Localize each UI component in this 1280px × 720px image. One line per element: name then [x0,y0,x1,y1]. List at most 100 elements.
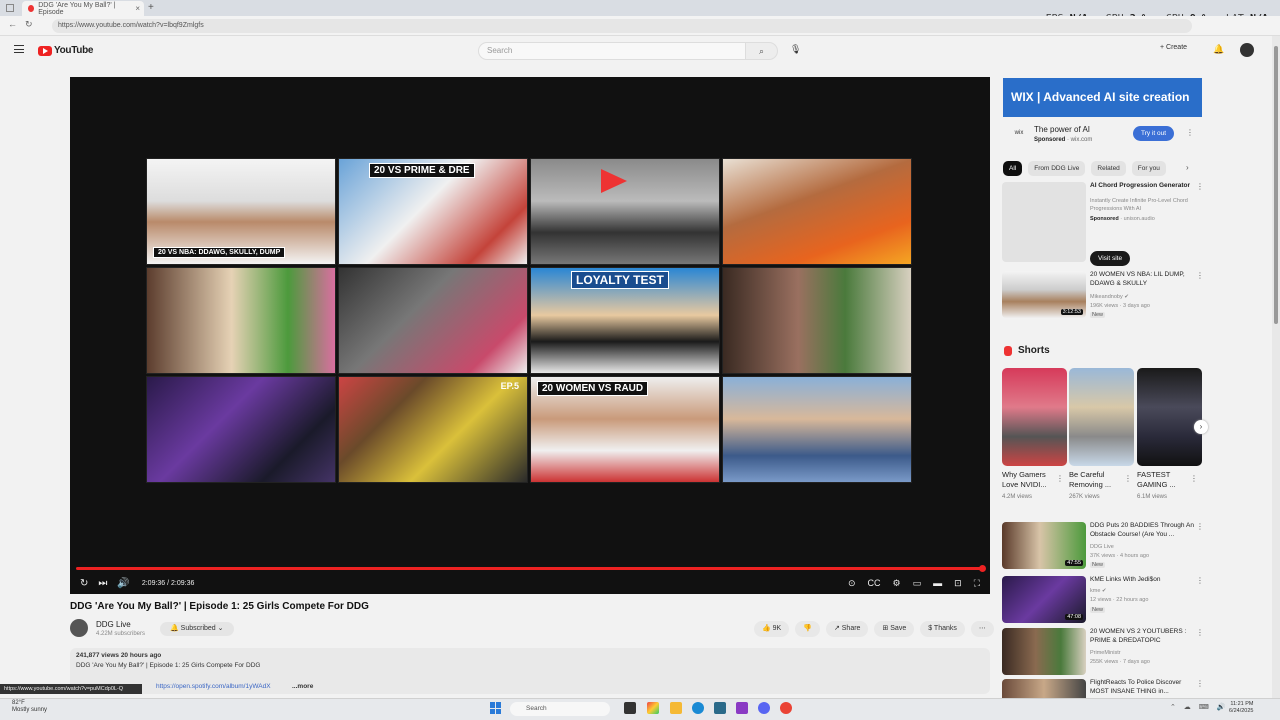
end-thumb-5[interactable] [146,267,336,374]
end-thumb-1[interactable]: 20 VS NBA: DDAWG, SKULLY, DUMP [146,158,336,265]
recommended-thumbnail[interactable]: 47:55 [1002,522,1086,569]
back-arrow-icon[interactable]: ← [8,19,17,29]
recommended-thumbnail[interactable]: 47:08 [1002,576,1086,623]
recommended-menu-icon[interactable]: ⋮ [1196,679,1202,688]
end-thumb-8[interactable] [722,267,912,374]
try-it-out-button[interactable]: Try it out [1133,126,1175,141]
end-thumb-4[interactable] [722,158,912,265]
recommended-menu-icon[interactable]: ⋮ [1196,628,1204,637]
edge-browser-icon[interactable] [692,702,704,714]
menu-icon[interactable] [14,45,24,53]
promo-item[interactable]: AI Chord Progression Generator Instantly… [1002,182,1204,262]
recommended-thumbnail[interactable]: 3:12:53 [1002,271,1086,318]
cast-icon[interactable]: ⊡ [954,578,962,589]
next-icon[interactable]: ⏭ [98,578,107,589]
recommended-title[interactable]: KME Links With Jedi$on [1090,576,1194,585]
volume-icon[interactable]: 🔊 [117,578,129,589]
recommended-title[interactable]: 20 WOMEN VS NBA: LIL DUMP, DDAWG & SKULL… [1090,271,1194,288]
promo-title[interactable]: AI Chord Progression Generator [1090,182,1194,191]
short-title[interactable]: Be Careful Removing ... [1069,470,1129,490]
chip-related[interactable]: Related [1091,161,1126,176]
ad-tagline[interactable]: The power of AI [1034,125,1090,134]
captions-icon[interactable]: CC [868,578,881,589]
chip-for-you[interactable]: For you [1131,161,1166,176]
chip-from-ddg-live[interactable]: From DDG Live [1028,161,1086,176]
description-link[interactable]: https://open.spotify.com/album/1yWAdX [156,683,271,690]
video-progress-bar[interactable] [76,565,986,572]
account-avatar[interactable] [1240,43,1254,57]
reload-icon[interactable]: ↻ [25,19,33,30]
recommended-menu-icon[interactable]: ⋮ [1196,576,1204,585]
thanks-button[interactable]: $ Thanks [920,621,965,637]
end-thumb-12[interactable] [722,376,912,483]
youtube-logo-text[interactable]: YouTube [54,45,94,56]
recommended-thumbnail[interactable] [1002,679,1086,698]
replay-icon[interactable]: ↻ [80,578,88,589]
like-button[interactable]: 👍 9K [754,621,790,637]
more-actions-icon[interactable]: ⋯ [970,621,994,637]
short-thumbnail-2[interactable] [1069,368,1134,466]
short-menu-icon[interactable]: ⋮ [1056,474,1064,483]
bell-icon[interactable]: 🔔 [1213,44,1224,55]
chip-all[interactable]: All [1003,161,1023,176]
app-icon[interactable] [736,702,748,714]
autoplay-toggle-icon[interactable]: ⊙ [848,578,856,589]
tab-close-icon[interactable]: × [135,4,140,13]
recommended-thumbnail[interactable] [1002,628,1086,675]
end-thumb-11[interactable]: 20 WOMEN VS RAUD [530,376,720,483]
channel-avatar[interactable] [70,619,88,637]
short-thumbnail-1[interactable] [1002,368,1067,466]
store-icon[interactable] [714,702,726,714]
recommended-channel[interactable]: PrimeMinistr [1090,650,1121,656]
promo-thumbnail[interactable] [1002,182,1086,262]
miniplayer-icon[interactable]: ▭ [913,578,922,589]
show-more-link[interactable]: ...more [292,683,313,690]
visit-site-button[interactable]: Visit site [1090,251,1131,266]
ad-banner[interactable]: WIX | Advanced AI site creation [1003,78,1202,117]
create-button[interactable]: + Create [1160,44,1187,51]
short-thumbnail-3[interactable] [1137,368,1202,466]
recommended-video[interactable]: 3:12:53 20 WOMEN VS NBA: LIL DUMP, DDAWG… [1002,271,1204,319]
search-icon[interactable]: ⌕ [746,42,778,60]
short-title[interactable]: FASTEST GAMING ... [1137,470,1197,490]
short-title[interactable]: Why Gamers Love NVIDI... [1002,470,1062,490]
window-menu-icon[interactable] [6,4,14,12]
recommended-menu-icon[interactable]: ⋮ [1196,271,1204,280]
weather-widget[interactable]: 82°F Mostly sunny [12,700,47,714]
recommended-title[interactable]: 20 WOMEN VS 2 YOUTUBERS : PRIME & DREDAT… [1090,628,1194,645]
shorts-next-icon[interactable]: › [1194,420,1208,434]
recommended-video[interactable]: 47:55 DDG Puts 20 BADDIES Through An Obs… [1002,522,1204,570]
end-thumb-6[interactable] [338,267,528,374]
microphone-icon[interactable]: 🎙 [790,44,801,55]
chevron-right-icon[interactable]: › [1186,163,1189,172]
recommended-title[interactable]: FlightReacts To Police Discover MOST INS… [1090,679,1194,696]
recommended-channel[interactable]: kme ✔ [1090,588,1107,594]
short-menu-icon[interactable]: ⋮ [1190,474,1198,483]
short-menu-icon[interactable]: ⋮ [1124,474,1132,483]
theater-mode-icon[interactable]: ▬ [933,578,942,589]
subscribed-button[interactable]: 🔔 Subscribed ⌄ [160,622,234,636]
video-player[interactable]: 20 VS NBA: DDAWG, SKULLY, DUMP 20 VS PRI… [70,77,990,594]
search-input[interactable]: Search [478,42,746,60]
recommended-menu-icon[interactable]: ⋮ [1196,522,1204,531]
chrome-icon[interactable] [780,702,792,714]
youtube-logo-icon[interactable] [38,46,52,56]
settings-gear-icon[interactable]: ⚙ [893,578,901,589]
new-tab-button[interactable]: + [148,2,154,13]
recommended-title[interactable]: DDG Puts 20 BADDIES Through An Obstacle … [1090,522,1194,539]
dislike-button[interactable]: 👎 [795,621,820,637]
discord-icon[interactable] [758,702,770,714]
taskbar-clock[interactable]: 11:21 PM 6/24/2025 [1229,701,1253,715]
task-view-icon[interactable] [624,702,636,714]
fullscreen-icon[interactable]: ⛶ [974,578,980,589]
end-thumb-7[interactable]: LOYALTY TEST [530,267,720,374]
channel-name[interactable]: DDG Live [96,620,131,629]
ad-menu-icon[interactable]: ⋮ [1186,128,1194,137]
end-thumb-9[interactable] [146,376,336,483]
taskbar-search[interactable]: Search [510,702,610,716]
recommended-video[interactable]: 20 WOMEN VS 2 YOUTUBERS : PRIME & DREDAT… [1002,628,1204,676]
copilot-icon[interactable] [647,702,659,714]
recommended-video[interactable]: 47:08 KME Links With Jedi$on kme ✔ 12 vi… [1002,576,1204,624]
url-field[interactable]: https://www.youtube.com/watch?v=lbqf9Zml… [52,19,1192,33]
save-button[interactable]: ⊞ Save [874,621,915,637]
